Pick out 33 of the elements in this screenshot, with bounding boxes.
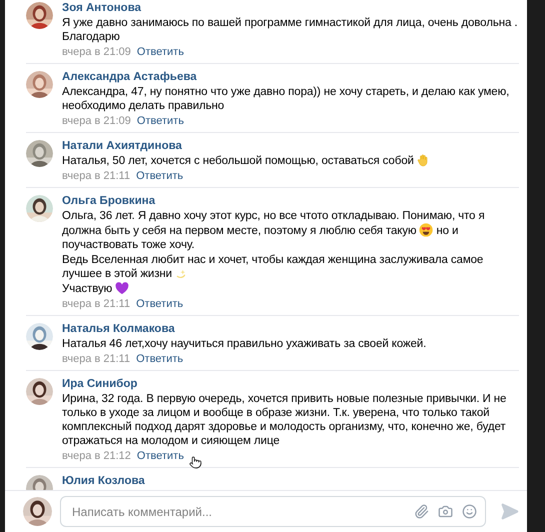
comment-text: Участвую	[62, 282, 519, 296]
emoji-icon[interactable]	[462, 504, 477, 519]
author-name[interactable]: Натали Ахиятдинова	[62, 139, 182, 153]
reply-link[interactable]: Ответить	[136, 115, 184, 128]
comment-time: вчера в 21:11	[62, 170, 130, 183]
reply-link[interactable]: Ответить	[136, 298, 184, 311]
camera-icon[interactable]	[438, 504, 453, 519]
author-name[interactable]: Наталья Колмакова	[62, 322, 175, 336]
comment-text: Ольга, 36 лет. Я давно хочу этот курс, но все чтото откладываю. Понимаю, что я должна быть у себя на первом месте, поэтому я люблю себя такую но и поучаствовать тоже хочу.	[62, 209, 486, 252]
comment-time: вчера в 21:11	[62, 298, 130, 311]
comment-time: вчера в 21:09	[62, 115, 131, 128]
comment-text: Ведь Вселенная любит нас и хочет, чтобы каждая женщина заслуживала самое лучшее в этой жизни	[62, 253, 484, 281]
author-name[interactable]: Юлия Козлова	[62, 474, 145, 488]
author-name[interactable]: Зоя Антонова	[62, 1, 142, 15]
author-name[interactable]: Александра Астафьева	[62, 70, 197, 84]
send-icon[interactable]	[500, 502, 519, 521]
comment-input-field[interactable]: Написать комментарий...	[60, 496, 486, 527]
comment-text: Наталья 46 лет,хочу научиться правильно ухаживать за своей кожей.	[62, 337, 428, 351]
author-name[interactable]: Ира Синибор	[62, 377, 138, 391]
comment-text: Александра, 47, ну понятно что уже давно пора)) не хочу стареть, и делаю как умею, необходимо делать правильно	[62, 85, 510, 113]
comment-time: вчера в 21:09	[62, 46, 131, 59]
comment-time: вчера в 21:12	[62, 450, 131, 463]
comment-text: Наталья, 50 лет, хочется с небольшой помощью, оставаться собой	[62, 154, 519, 168]
comment-time: вчера в 21:11	[62, 353, 130, 366]
reply-link[interactable]: Ответить	[136, 46, 184, 59]
reply-link[interactable]: Ответить	[136, 450, 184, 463]
reply-link[interactable]: Ответить	[136, 170, 184, 183]
comment-text: Я уже давно занимаюсь по вашей программе гимнастикой для лица, очень довольна . Благодарю	[62, 16, 518, 44]
attach-icon[interactable]	[414, 504, 429, 519]
author-name[interactable]: Ольга Бровкина	[62, 194, 156, 208]
comment-text: Ирина, 32 года. В первую очередь, хочется привить новые полезные привычки. И не только в уходе за лицом и вообще в образе жизни. Т.к. уверена, что только такой комплексный подход дарят здоровье и молодость организму, что, конечно же, будет отражаться на молодом и сияющем лице	[62, 392, 508, 448]
hand-cursor-icon	[189, 456, 202, 469]
reply-link[interactable]: Ответить	[136, 353, 184, 366]
